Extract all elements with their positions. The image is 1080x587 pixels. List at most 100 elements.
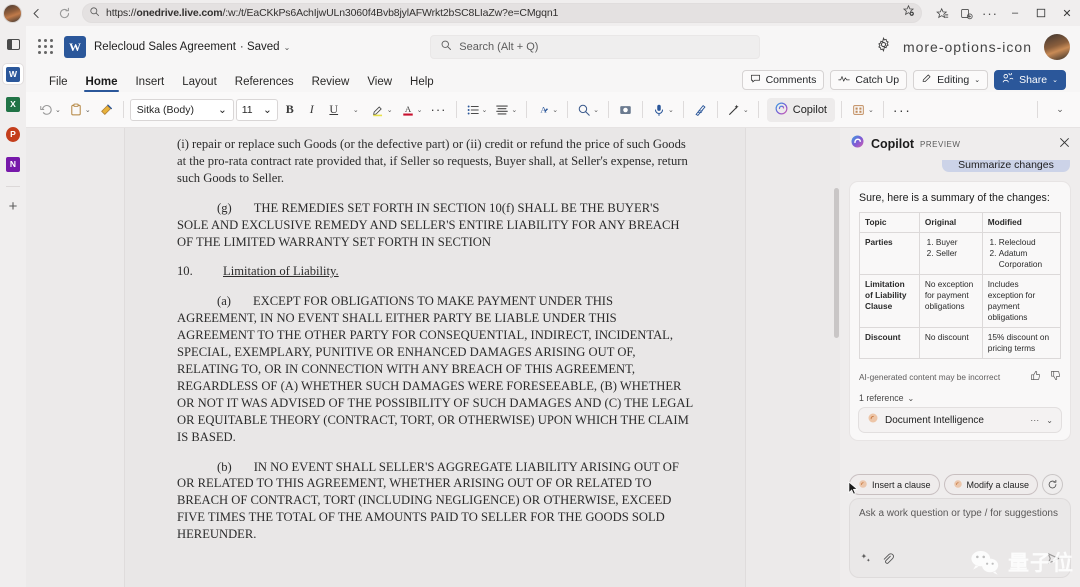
split-screen-icon[interactable] (3, 34, 23, 54)
editing-mode-button[interactable]: Editing ⌄ (913, 70, 989, 90)
styles-icon[interactable]: A ⌄ (533, 98, 561, 122)
close-button[interactable]: ✕ (1054, 1, 1080, 25)
italic-button[interactable]: I (302, 98, 322, 122)
chevron-down-icon[interactable]: ⌄ (1052, 76, 1058, 84)
collections-icon[interactable] (954, 2, 978, 24)
refresh-icon[interactable] (1043, 475, 1062, 494)
address-bar[interactable]: https://onedrive.live.com/:w:/t/EaCKkPs6… (82, 3, 922, 23)
favorites-icon[interactable] (930, 2, 954, 24)
collapse-ribbon-icon[interactable]: ⌄ (1050, 98, 1070, 122)
chevron-down-icon[interactable]: ⌄ (974, 76, 980, 84)
chevron-down-icon[interactable]: ⌄ (868, 106, 874, 114)
powerpoint-app-icon[interactable]: P (3, 124, 23, 144)
tab-view[interactable]: View (358, 76, 401, 92)
paste-icon[interactable]: ⌄ (66, 98, 94, 122)
gear-icon[interactable] (876, 36, 891, 57)
share-button[interactable]: Share ⌄ (994, 70, 1066, 90)
chevron-down-icon[interactable]: ⌄ (668, 106, 674, 114)
document-body[interactable]: (i) repair or replace such Goods (or the… (125, 128, 745, 543)
tab-review[interactable]: Review (303, 76, 359, 92)
chevron-down-icon[interactable]: ⌄ (593, 106, 599, 114)
tab-help[interactable]: Help (401, 76, 443, 92)
chevron-down-icon[interactable]: ⌄ (552, 106, 558, 114)
document-page[interactable]: (i) repair or replace such Goods (or the… (125, 128, 745, 587)
add-favorite-icon[interactable] (902, 4, 915, 22)
more-font-options-icon[interactable]: ··· (428, 98, 450, 122)
send-icon[interactable] (1046, 551, 1061, 571)
assistant-message: Sure, here is a summary of the changes: … (850, 182, 1070, 440)
chevron-down-icon[interactable]: ⌄ (218, 104, 227, 116)
comments-label: Comments (765, 74, 817, 86)
browser-profile-avatar[interactable] (3, 3, 22, 23)
chevron-down-icon[interactable]: ⌄ (743, 106, 749, 114)
references-toggle[interactable]: 1 reference ⌄ (859, 393, 1061, 403)
chevron-down-icon[interactable]: ⌄ (284, 43, 291, 52)
format-painter-icon[interactable] (96, 98, 117, 122)
tab-layout[interactable]: Layout (173, 76, 226, 92)
chevron-down-icon[interactable]: ⌄ (387, 106, 393, 114)
catch-up-label: Catch Up (855, 74, 900, 86)
undo-icon[interactable]: ⌄ (36, 98, 64, 122)
bullet-list-icon[interactable]: ⌄ (463, 98, 491, 122)
chevron-down-icon[interactable]: ⌄ (908, 394, 915, 403)
search-input[interactable]: Search (Alt + Q) (430, 35, 761, 59)
attachment-icon[interactable] (881, 552, 894, 570)
tab-file[interactable]: File (40, 76, 77, 92)
designer-wand-icon[interactable]: ⌄ (724, 98, 752, 122)
reference-item[interactable]: Document Intelligence ··· ⌄ (859, 408, 1061, 432)
microphone-icon[interactable]: ⌄ (649, 98, 677, 122)
browser-more-options-icon[interactable]: ··· (978, 2, 1002, 24)
prompt-sparkle-icon[interactable] (859, 552, 872, 570)
chevron-down-icon[interactable]: ⌄ (1046, 416, 1053, 425)
document-title[interactable]: Relecloud Sales Agreement · Saved ⌄ (94, 41, 290, 53)
excel-app-icon[interactable]: X (3, 94, 23, 114)
copilot-input-box[interactable]: Ask a work question or type / for sugges… (850, 499, 1070, 577)
document-canvas[interactable]: (i) repair or replace such Goods (or the… (26, 128, 840, 587)
chevron-down-icon[interactable]: ⌄ (511, 106, 517, 114)
reference-actions: ··· ⌄ (1030, 415, 1053, 425)
waffle-icon[interactable] (36, 37, 56, 57)
chevron-down-icon[interactable]: ⌄ (85, 106, 91, 114)
text-highlight-icon[interactable]: ⌄ (368, 98, 396, 122)
underline-dropdown[interactable]: ⌄ (346, 98, 366, 122)
font-color-icon[interactable]: A ⌄ (398, 98, 426, 122)
thumbs-down-icon[interactable] (1050, 368, 1061, 386)
add-ins-icon[interactable]: ⌄ (848, 98, 877, 122)
cell-modified: Relecloud Adatum Corporation (981, 232, 1062, 275)
chevron-down-icon[interactable]: ⌄ (482, 106, 488, 114)
insert-clause-button[interactable]: Insert a clause (850, 475, 939, 494)
onenote-app-icon[interactable]: N (3, 154, 23, 174)
font-size-select[interactable]: 11 ⌄ (235, 98, 278, 121)
catch-up-button[interactable]: Catch Up (830, 70, 908, 90)
scrollbar-thumb[interactable] (834, 188, 839, 338)
underline-button[interactable]: U (324, 98, 344, 122)
screenshot-icon[interactable] (615, 98, 636, 122)
thumbs-up-icon[interactable] (1030, 368, 1041, 386)
chevron-down-icon[interactable]: ⌄ (263, 104, 272, 116)
word-app-icon[interactable]: W (3, 64, 23, 84)
copilot-button[interactable]: Copilot (766, 97, 835, 122)
modify-clause-button[interactable]: Modify a clause (944, 475, 1038, 494)
editor-icon[interactable] (690, 98, 711, 122)
comments-button[interactable]: Comments (741, 70, 825, 90)
maximize-button[interactable] (1028, 1, 1054, 25)
back-arrow-icon[interactable] (22, 1, 50, 25)
chevron-down-icon[interactable]: ⌄ (417, 106, 423, 114)
more-options-icon[interactable]: more-options-icon (903, 40, 1032, 54)
font-family-select[interactable]: Sitka (Body) ⌄ (129, 98, 234, 121)
minimize-button[interactable]: – (1002, 1, 1028, 25)
chevron-down-icon[interactable]: ⌄ (55, 106, 61, 114)
align-icon[interactable]: ⌄ (492, 98, 520, 122)
tab-references[interactable]: References (226, 76, 303, 92)
find-icon[interactable]: ⌄ (574, 98, 602, 122)
reload-icon[interactable] (50, 1, 78, 25)
more-options-icon[interactable]: ··· (1030, 415, 1039, 425)
more-commands-icon[interactable]: ··· (890, 98, 915, 122)
tab-home[interactable]: Home (77, 76, 127, 92)
tab-insert[interactable]: Insert (126, 76, 173, 92)
bold-button[interactable]: B (280, 98, 300, 122)
avatar[interactable] (1044, 34, 1070, 60)
add-app-button[interactable]: + (9, 199, 18, 214)
close-icon[interactable] (1059, 137, 1070, 151)
copilot-conversation[interactable]: Summarize changes Sure, here is a summar… (840, 160, 1080, 469)
